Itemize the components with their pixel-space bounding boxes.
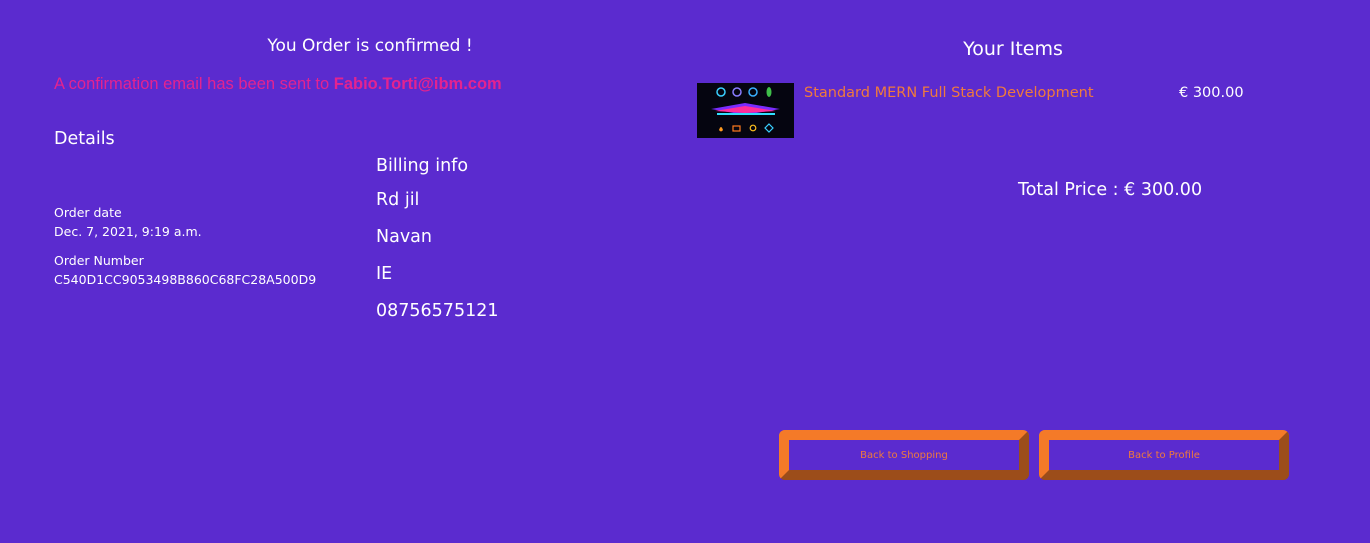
billing-address-line: Rd jil (376, 190, 420, 210)
back-to-profile-label: Back to Profile (1128, 449, 1200, 461)
order-number-label: Order Number (54, 253, 144, 268)
order-confirmation-page: You Order is confirmed ! A confirmation … (0, 0, 1370, 543)
your-items-heading: Your Items (963, 38, 1063, 60)
order-date-value: Dec. 7, 2021, 9:19 a.m. (54, 224, 202, 239)
back-to-profile-button[interactable]: Back to Profile (1039, 430, 1289, 480)
confirmation-email-message: A confirmation email has been sent to Fa… (54, 75, 502, 94)
back-to-shopping-button[interactable]: Back to Shopping (779, 430, 1029, 480)
mern-stack-image (697, 83, 794, 138)
confirmation-email-address: Fabio.Torti@ibm.com (333, 75, 502, 93)
order-number-value: C540D1CC9053498B860C68FC28A500D9 (54, 272, 317, 287)
item-price: € 300.00 (1179, 85, 1244, 101)
order-confirmed-title: You Order is confirmed ! (267, 36, 473, 56)
item-thumbnail (697, 83, 794, 138)
billing-phone: 08756575121 (376, 301, 499, 321)
billing-info-heading: Billing info (376, 156, 469, 176)
back-to-shopping-label: Back to Shopping (860, 449, 948, 461)
order-date-label: Order date (54, 205, 122, 220)
billing-city: Navan (376, 227, 432, 247)
details-heading: Details (54, 129, 115, 149)
billing-country: IE (376, 264, 393, 284)
item-name-link[interactable]: Standard MERN Full Stack Development (804, 85, 1094, 101)
confirmation-message-text: A confirmation email has been sent to (54, 75, 334, 93)
total-price: Total Price : € 300.00 (1018, 180, 1203, 200)
